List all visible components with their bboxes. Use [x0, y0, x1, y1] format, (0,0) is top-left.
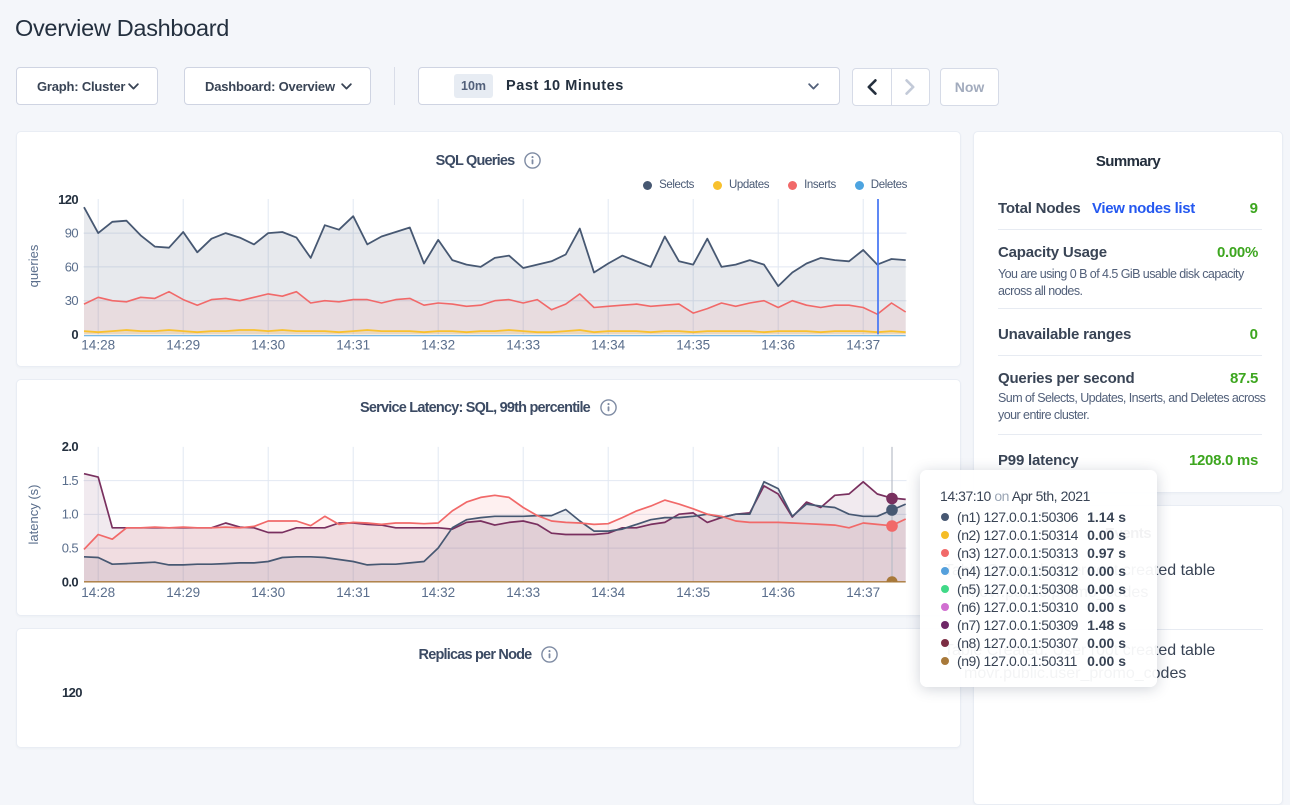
svg-text:14:37: 14:37	[846, 585, 880, 600]
svg-text:2.0: 2.0	[62, 439, 79, 454]
svg-text:14:35: 14:35	[676, 585, 710, 600]
svg-text:120: 120	[58, 192, 78, 207]
svg-text:14:31: 14:31	[336, 338, 370, 353]
svg-text:0.5: 0.5	[62, 541, 79, 556]
svg-text:14:32: 14:32	[421, 585, 455, 600]
svg-text:14:33: 14:33	[506, 585, 540, 600]
svg-text:14:35: 14:35	[676, 338, 710, 353]
svg-text:14:32: 14:32	[421, 338, 455, 353]
svg-text:queries: queries	[26, 244, 41, 287]
svg-text:30: 30	[65, 293, 79, 308]
svg-text:14:30: 14:30	[251, 338, 285, 353]
svg-text:1.0: 1.0	[62, 507, 79, 522]
svg-text:90: 90	[65, 226, 79, 241]
svg-text:14:34: 14:34	[591, 585, 625, 600]
svg-text:14:36: 14:36	[761, 585, 795, 600]
svg-text:14:31: 14:31	[336, 585, 370, 600]
svg-text:14:36: 14:36	[761, 338, 795, 353]
svg-text:latency (s): latency (s)	[26, 485, 41, 545]
svg-text:14:29: 14:29	[166, 585, 200, 600]
svg-text:1.5: 1.5	[62, 473, 79, 488]
svg-text:0.0: 0.0	[62, 574, 79, 589]
svg-text:14:28: 14:28	[81, 585, 115, 600]
svg-text:14:28: 14:28	[81, 338, 115, 353]
svg-text:14:33: 14:33	[506, 338, 540, 353]
svg-text:14:29: 14:29	[166, 338, 200, 353]
svg-text:0: 0	[71, 327, 78, 342]
svg-text:14:34: 14:34	[591, 338, 625, 353]
svg-text:60: 60	[65, 259, 79, 274]
svg-text:14:30: 14:30	[251, 585, 285, 600]
svg-text:14:37: 14:37	[846, 338, 880, 353]
